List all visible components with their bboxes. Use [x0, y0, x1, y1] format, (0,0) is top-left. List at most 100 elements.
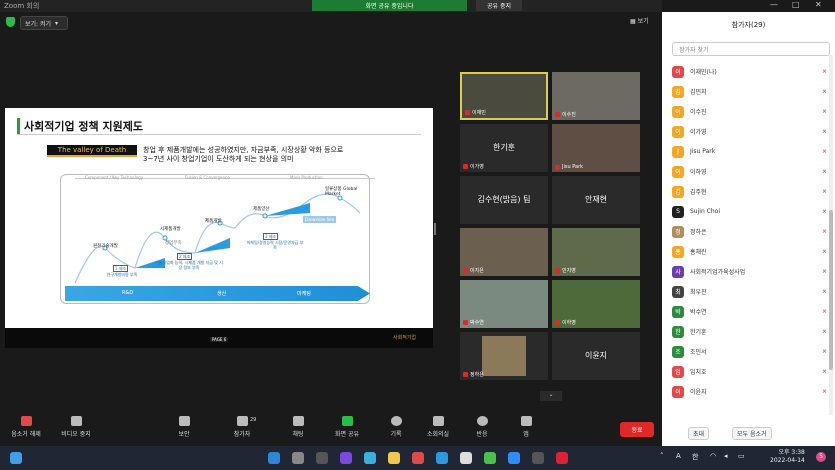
video-tile[interactable]: 민지영: [552, 228, 640, 276]
participant-row[interactable]: 이 이하영 ⨯: [672, 164, 827, 179]
participants-button[interactable]: 참가자: [220, 416, 264, 438]
app-icon[interactable]: [460, 452, 472, 464]
video-tile[interactable]: Jisu Park: [552, 124, 640, 172]
participant-row[interactable]: 김 김민지 ⨯: [672, 84, 827, 99]
participant-row[interactable]: 김 김주현 ⨯: [672, 184, 827, 199]
tile-big-name: 안재현: [584, 195, 608, 204]
video-tile[interactable]: 이수진: [552, 72, 640, 120]
volume-icon[interactable]: ◂: [724, 452, 728, 460]
input-language[interactable]: A: [676, 452, 681, 460]
point-label: 시제품개발: [160, 227, 181, 232]
chat-button[interactable]: 채팅: [276, 416, 320, 438]
invite-button[interactable]: 초대: [688, 427, 710, 440]
profile-image: [482, 336, 526, 376]
mic-muted-icon: ⨯: [821, 248, 827, 255]
video-tile[interactable]: 이윤지: [552, 332, 640, 380]
mic-muted-icon: [555, 268, 560, 273]
apps-button[interactable]: 앱: [504, 416, 548, 438]
app-icon[interactable]: [364, 452, 376, 464]
stop-video-button[interactable]: 비디오 중지: [54, 416, 98, 438]
participant-row[interactable]: 홍 홍채린 ⨯: [672, 244, 827, 259]
stop-share-button[interactable]: 공유 중지: [476, 0, 522, 11]
participant-row[interactable]: J Jisu Park ⨯: [672, 144, 827, 159]
task-view-icon[interactable]: [316, 452, 328, 464]
shield-icon[interactable]: [6, 17, 15, 27]
pdf-reader-icon[interactable]: [556, 452, 568, 464]
video-tile[interactable]: 이재민: [460, 72, 548, 120]
participant-name: 사회적기업가육성사업: [690, 269, 746, 276]
windows-start-icon[interactable]: [268, 452, 280, 464]
window-title: Zoom 회의: [4, 2, 40, 10]
stage-note: 연구개발비용 부족: [106, 272, 138, 277]
participant-row[interactable]: 이 이수진 ⨯: [672, 104, 827, 119]
tile-name: 이지은: [463, 267, 484, 274]
mic-muted-icon: ⨯: [821, 348, 827, 355]
ime-mode[interactable]: 한: [692, 452, 698, 462]
wifi-icon[interactable]: ◠: [710, 452, 716, 460]
end-meeting-button[interactable]: 종료: [620, 422, 654, 437]
notification-badge[interactable]: 5: [816, 452, 826, 462]
participant-row[interactable]: 정 정하은 ⨯: [672, 224, 827, 239]
mic-muted-icon: [463, 164, 468, 169]
participant-row[interactable]: 임 임지호 ⨯: [672, 364, 827, 379]
search-icon[interactable]: [292, 452, 304, 464]
video-tile[interactable]: 이하영: [552, 280, 640, 328]
edge-browser-icon[interactable]: [436, 452, 448, 464]
scrollbar-thumb[interactable]: [829, 210, 833, 370]
slide-desc-line: 창업 후 제품개발에는 성공하였지만, 자금부족, 시장상황 악화 등으로: [143, 146, 344, 154]
participant-row[interactable]: 조 조민서 ⨯: [672, 344, 827, 359]
clock[interactable]: 오후 3:38 2022-04-14: [770, 449, 805, 465]
record-button[interactable]: 기록: [374, 416, 418, 438]
widgets-icon[interactable]: [10, 452, 22, 464]
video-tile[interactable]: 김수현(밝음) 팀: [460, 176, 548, 224]
small-diagram-label: 창업부족: [165, 241, 182, 246]
avatar: 정: [672, 225, 684, 238]
record-icon: [390, 416, 402, 426]
chevron-up-icon[interactable]: ˄: [660, 452, 664, 460]
video-tile[interactable]: 박수연: [460, 280, 548, 328]
split-divider-handle[interactable]: [434, 223, 436, 235]
share-banner: 화면 공유 중입니다: [312, 0, 467, 11]
chat-app-icon[interactable]: [340, 452, 352, 464]
mic-muted-icon: [555, 112, 560, 117]
mute-all-button[interactable]: 모두 음소거: [732, 427, 772, 440]
participant-row[interactable]: 한 한기훈 ⨯: [672, 324, 827, 339]
avatar: 홍: [672, 245, 684, 258]
participant-row[interactable]: 박 박수연 ⨯: [672, 304, 827, 319]
minimize-button[interactable]: —: [770, 0, 778, 9]
participant-row[interactable]: 사 사회적기업가육성사업 ⨯: [672, 264, 827, 279]
participant-row[interactable]: 이 이가영 ⨯: [672, 124, 827, 139]
app-icon[interactable]: [532, 452, 544, 464]
zoom-icon[interactable]: [508, 452, 520, 464]
app-icon[interactable]: [412, 452, 424, 464]
participant-row[interactable]: 최 최우진 ⨯: [672, 284, 827, 299]
point-label: 제품양산: [253, 207, 270, 212]
video-tile[interactable]: 한기훈 이가영: [460, 124, 548, 172]
video-tile[interactable]: 정하은: [460, 332, 548, 380]
unmute-button[interactable]: 음소거 해제: [4, 416, 48, 438]
process-label: 마케팅: [297, 291, 311, 297]
participant-row[interactable]: S Sujin Choi ⨯: [672, 204, 827, 219]
close-button[interactable]: ✕: [815, 0, 822, 9]
reactions-button[interactable]: 반응: [460, 416, 504, 438]
participant-name: 김주현: [690, 189, 707, 196]
breakout-rooms-button[interactable]: 소회의실: [416, 416, 460, 438]
kakaotalk-icon[interactable]: [484, 452, 496, 464]
participant-search-input[interactable]: 참가자 찾기: [672, 42, 830, 56]
participant-name: 박수연: [690, 309, 707, 316]
meeting-top-toolbar: [0, 12, 662, 34]
more-tiles-button[interactable]: ⌄: [540, 391, 562, 401]
participant-row[interactable]: 이 이윤지 ⨯: [672, 384, 827, 399]
view-toggle-button[interactable]: 보기: 켜기 ▾: [20, 16, 68, 30]
avatar: 김: [672, 185, 684, 198]
maximize-button[interactable]: □: [792, 0, 800, 9]
battery-icon[interactable]: ▭: [738, 452, 745, 460]
share-screen-button[interactable]: 화면 공유: [325, 416, 369, 438]
video-tile[interactable]: 이지은: [460, 228, 548, 276]
video-tile[interactable]: 안재현: [552, 176, 640, 224]
folder-icon[interactable]: [388, 452, 400, 464]
security-button[interactable]: 보안: [162, 416, 206, 438]
process-label: 생산: [217, 291, 227, 297]
participant-row[interactable]: 이 이재민(나) ⨯: [672, 64, 827, 79]
gallery-view-button[interactable]: ▦ 보기: [630, 16, 649, 25]
